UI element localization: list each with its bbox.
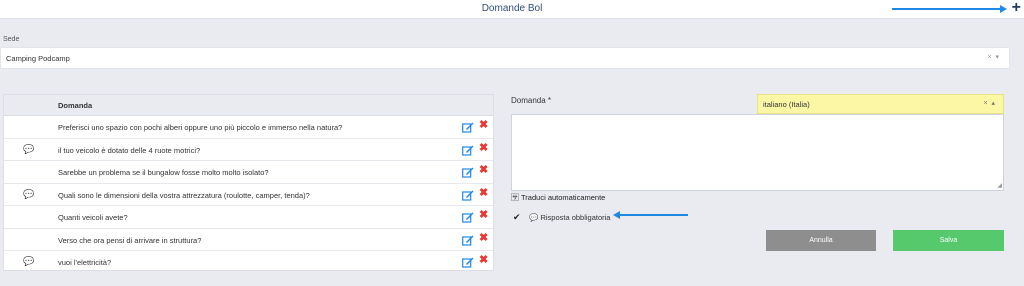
sede-label: Sede (3, 36, 20, 43)
page-title: Domande Bol (481, 3, 543, 14)
delete-icon[interactable]: ✖ (479, 142, 488, 155)
risposta-label: Risposta obbligatoria (540, 213, 611, 222)
question-text: vuoi l'elettricità? (58, 258, 112, 267)
risposta-obbligatoria[interactable]: 💬 Risposta obbligatoria (529, 213, 610, 222)
table-row[interactable]: 💬 il tuo veicolo è dotato delle 4 ruote m… (4, 139, 493, 161)
plus-icon[interactable]: + (1012, 0, 1021, 17)
annotation-arrow-top (892, 8, 1002, 10)
edit-icon[interactable] (462, 120, 474, 133)
speech-bubble-icon: 💬 (23, 188, 35, 199)
speech-bubble-icon: 💬 (529, 213, 539, 222)
delete-icon[interactable]: ✖ (479, 232, 488, 245)
table-row[interactable]: Preferisci uno spazio con pochi alberi o… (4, 116, 493, 139)
table-row[interactable]: Sarebbe un problema se il bungalow fosse… (4, 161, 493, 184)
edit-icon[interactable] (462, 165, 474, 178)
sede-select[interactable]: Camping Podcamp × ▾ (0, 47, 1010, 69)
annotation-arrow-risposta (620, 214, 688, 216)
sede-value: Camping Podcamp (6, 54, 70, 63)
delete-icon[interactable]: ✖ (479, 187, 488, 200)
edit-icon[interactable] (462, 210, 474, 223)
question-text: Sarebbe un problema se il bungalow fosse… (58, 168, 269, 177)
delete-icon[interactable]: ✖ (479, 164, 488, 177)
table-row[interactable]: 💬 vuoi l'elettricità? ✖ (4, 251, 493, 274)
domanda-textarea[interactable]: ◢ (511, 114, 1004, 191)
chevron-down-icon[interactable]: ▾ (995, 54, 999, 61)
top-bar: Domande Bol + (0, 0, 1024, 19)
column-header-domanda: Domanda (58, 101, 93, 110)
save-button[interactable]: Salva (893, 230, 1004, 251)
table-row[interactable]: 💬 Quali sono le dimensioni della vostra a… (4, 184, 493, 206)
clear-icon[interactable]: × (988, 54, 992, 61)
edit-icon[interactable] (462, 233, 474, 246)
traduci-label: Traduci automaticamente (521, 193, 606, 202)
traduci-link[interactable]: 🈂 Traduci automaticamente (511, 192, 605, 203)
speech-bubble-icon: 💬 (23, 256, 35, 266)
domanda-label: Domanda * (511, 96, 552, 105)
table-row[interactable]: Verso che ora pensi di arrivare in strut… (4, 229, 493, 251)
table-row[interactable]: Quanti veicoli avete? ✖ (4, 206, 493, 229)
resize-grip-icon[interactable]: ◢ (997, 182, 1002, 189)
language-value: italiano (Italia) (763, 100, 810, 109)
risposta-checkbox[interactable]: ✔ (513, 212, 521, 223)
annotation-arrowhead-risposta (613, 211, 620, 219)
question-text: Quali sono le dimensioni della vostra at… (58, 190, 310, 200)
delete-icon[interactable]: ✖ (479, 209, 488, 222)
chevron-up-icon[interactable]: ▴ (991, 100, 995, 107)
questions-table: Domanda Preferisci uno spazio con pochi … (3, 94, 494, 271)
edit-icon[interactable] (462, 255, 474, 268)
language-controls[interactable]: × ▴ (984, 99, 996, 107)
speech-bubble-icon: 💬 (23, 143, 35, 154)
question-text: il tuo veicolo è dotato delle 4 ruote mo… (58, 145, 201, 155)
question-text: Verso che ora pensi di arrivare in strut… (58, 235, 202, 245)
delete-icon[interactable]: ✖ (479, 254, 488, 267)
cancel-button[interactable]: Annulla (766, 230, 876, 251)
translate-icon: 🈂 (511, 193, 519, 202)
clear-icon[interactable]: × (984, 100, 988, 107)
edit-icon[interactable] (462, 143, 474, 156)
question-text: Quanti veicoli avete? (58, 213, 128, 222)
edit-icon[interactable] (462, 188, 474, 201)
table-header: Domanda (4, 95, 493, 116)
language-select[interactable]: italiano (Italia) × ▴ (757, 94, 1004, 114)
sede-controls[interactable]: × ▾ (988, 53, 1000, 61)
annotation-arrowhead-top (1000, 5, 1007, 13)
delete-icon[interactable]: ✖ (479, 119, 488, 132)
question-text: Preferisci uno spazio con pochi alberi o… (58, 123, 343, 132)
